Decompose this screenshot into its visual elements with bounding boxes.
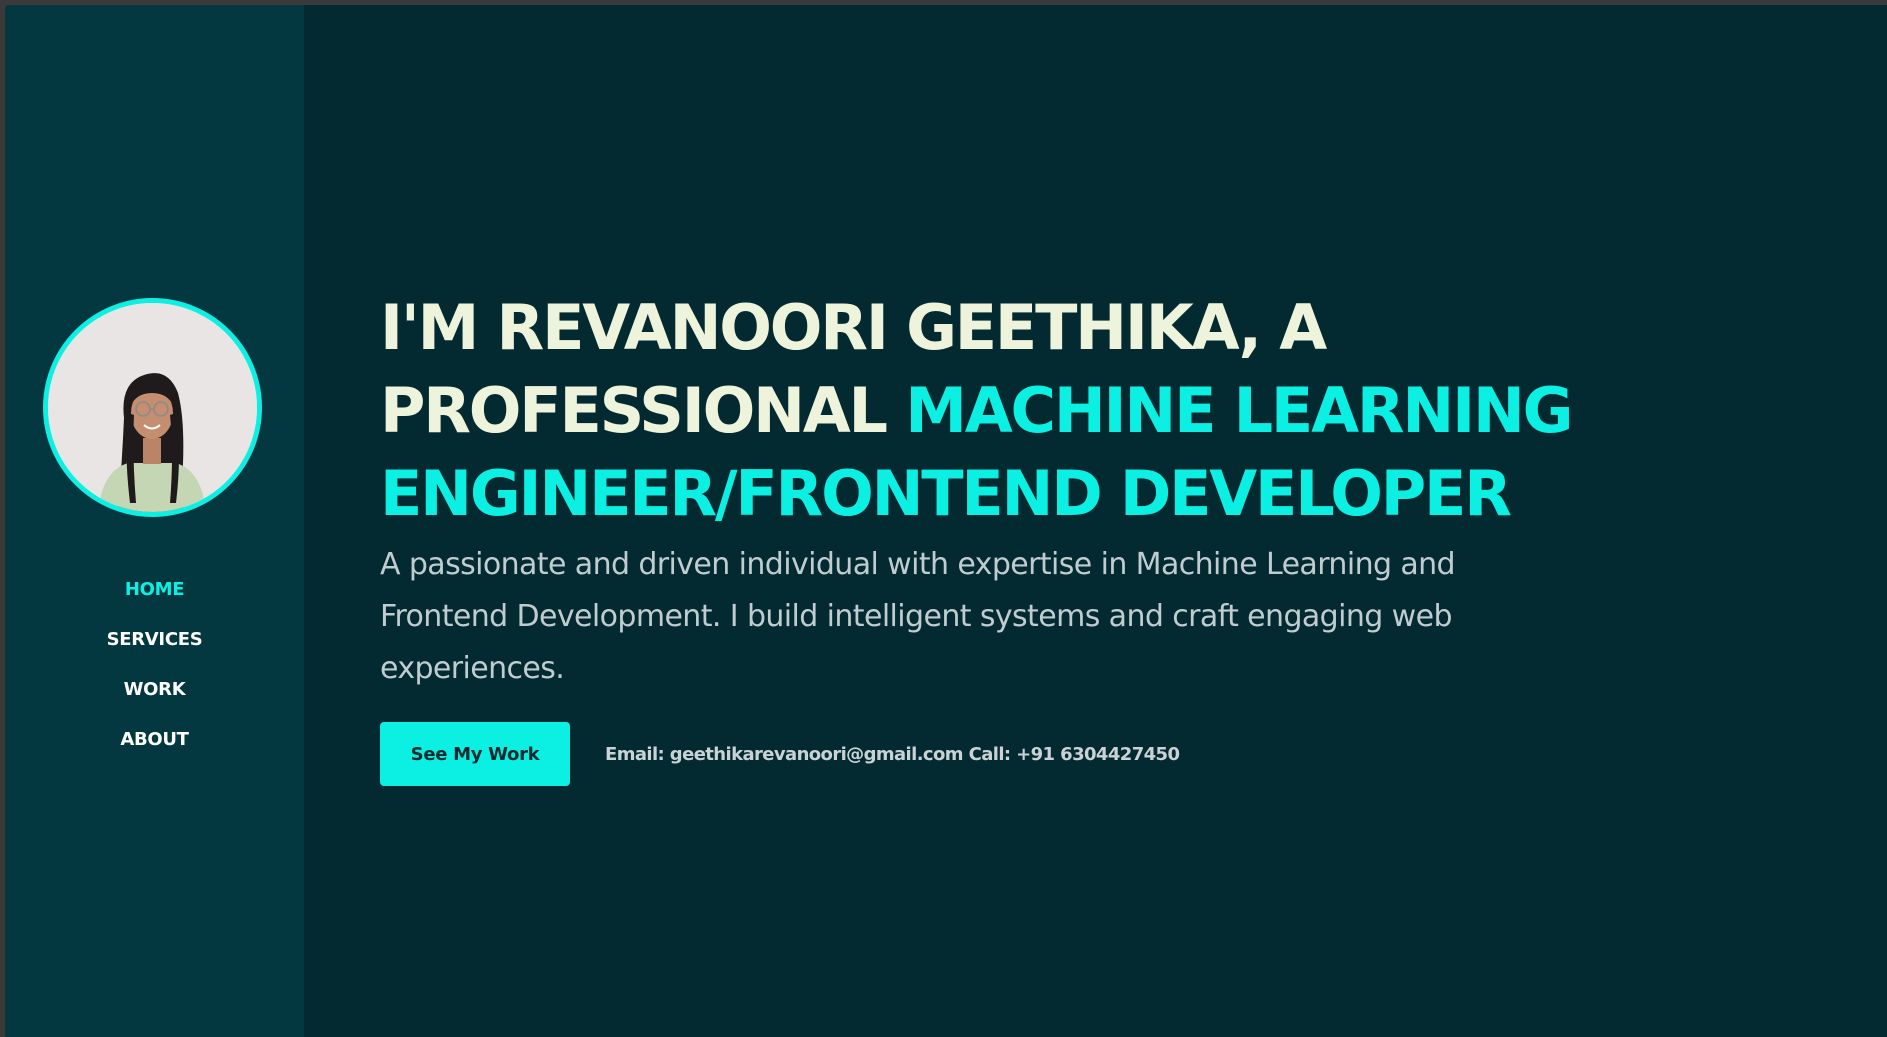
page: HOME SERVICES WORK ABOUT I'M REVANOORI G… [5, 5, 1887, 1037]
hero-section: I'M REVANOORI GEETHIKA, A PROFESSIONAL M… [380, 286, 1580, 786]
see-my-work-button[interactable]: See My Work [380, 722, 570, 786]
avatar-photo [48, 303, 257, 512]
sidebar-nav: HOME SERVICES WORK ABOUT [5, 575, 304, 775]
nav-item-services[interactable]: SERVICES [5, 625, 304, 675]
nav-item-about[interactable]: ABOUT [5, 725, 304, 775]
contact-info: Email: geethikarevanoori@gmail.com Call:… [605, 743, 1180, 765]
hero-headline: I'M REVANOORI GEETHIKA, A PROFESSIONAL M… [380, 286, 1580, 535]
hero-actions: See My Work Email: geethikarevanoori@gma… [380, 722, 1580, 786]
hero-intro: A passionate and driven individual with … [380, 547, 1456, 686]
nav-item-work[interactable]: WORK [5, 675, 304, 725]
sidebar: HOME SERVICES WORK ABOUT [5, 5, 304, 1037]
nav-item-home[interactable]: HOME [5, 575, 304, 625]
avatar [43, 298, 262, 517]
